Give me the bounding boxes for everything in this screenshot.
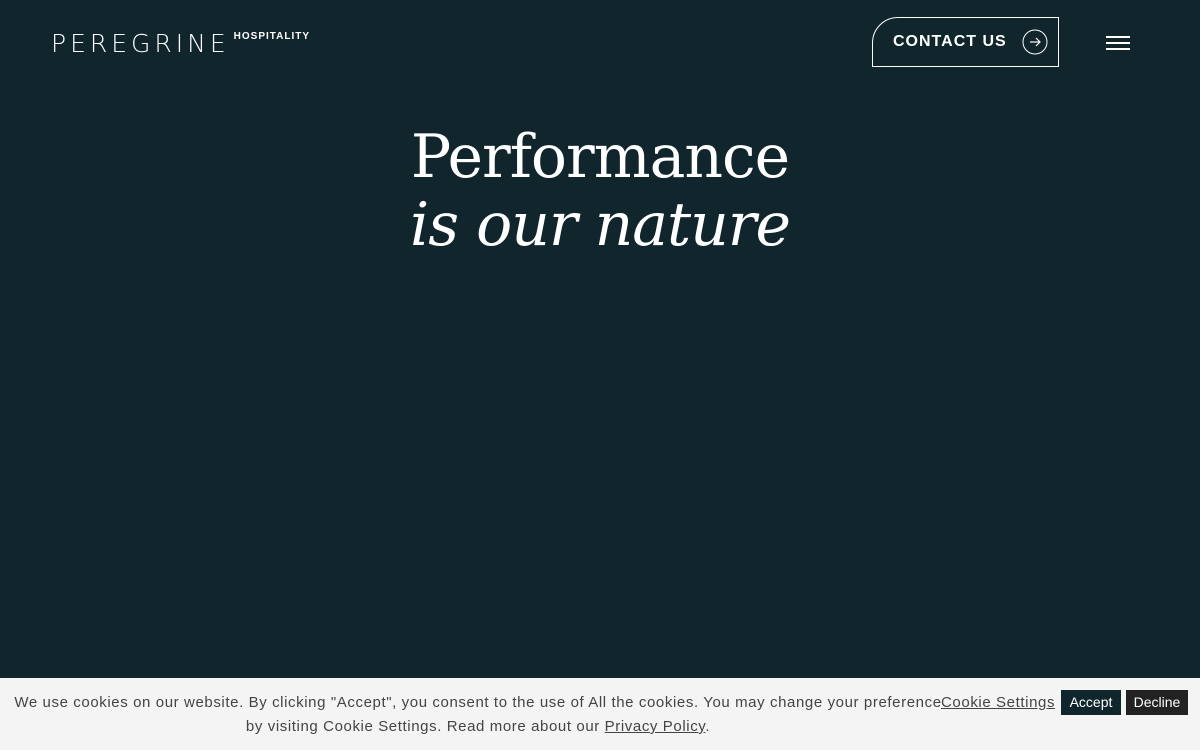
logo-wordmark: PEREGRINE: [51, 29, 230, 58]
hamburger-menu-icon[interactable]: [1104, 34, 1132, 52]
accept-button[interactable]: Accept: [1061, 690, 1121, 715]
logo-subtitle: HOSPITALITY: [233, 31, 311, 42]
cookie-message: We use cookies on our website. By clicki…: [8, 691, 948, 739]
contact-us-label: CONTACT US: [893, 33, 1007, 50]
hero-title-line2: is our nature: [410, 190, 791, 260]
logo[interactable]: PEREGRINE HOSPITALITY: [51, 30, 310, 58]
cookie-message-end: .: [705, 718, 711, 735]
decline-button[interactable]: Decline: [1126, 690, 1188, 715]
cookie-consent-bar: We use cookies on our website. By clicki…: [0, 678, 1200, 750]
hero-title-line1: Performance: [410, 122, 790, 192]
cookie-settings-link[interactable]: Cookie Settings: [941, 691, 1055, 715]
hero-heading: Performance is our nature: [0, 122, 1200, 258]
privacy-policy-link[interactable]: Privacy Policy: [605, 718, 706, 735]
page: PEREGRINE HOSPITALITY CONTACT US Perform…: [0, 0, 1200, 750]
contact-us-button[interactable]: CONTACT US: [872, 17, 1059, 67]
cookie-message-text: We use cookies on our website. By clicki…: [14, 694, 942, 735]
arrow-right-circle-icon: [1022, 29, 1048, 55]
